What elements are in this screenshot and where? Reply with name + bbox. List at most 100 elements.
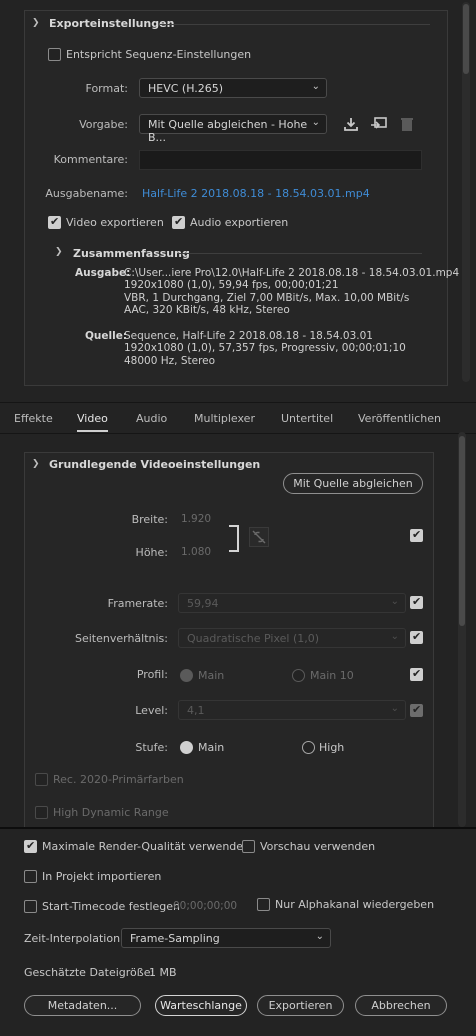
- tier-main-radio[interactable]: [180, 741, 193, 754]
- export-audio-checkbox[interactable]: [172, 215, 185, 229]
- tab-multiplexer[interactable]: Multiplexer: [194, 412, 255, 425]
- tier-high-radio[interactable]: [302, 741, 315, 754]
- match-sequence-checkbox[interactable]: [48, 48, 61, 61]
- chevron-down-icon: ⌄: [315, 931, 324, 942]
- unlink-icon[interactable]: [249, 527, 269, 547]
- summary-output-line: 1920x1080 (1,0), 59,94 fps, 00;00;01;21: [124, 279, 339, 292]
- format-label: Format:: [85, 82, 128, 95]
- export-video-checkbox[interactable]: [48, 215, 61, 229]
- summary-title: Zusammenfassung: [73, 247, 190, 260]
- tier-label: Stufe:: [135, 741, 168, 754]
- queue-button[interactable]: Warteschlange: [155, 995, 247, 1016]
- use-preview-label: Vorschau verwenden: [260, 840, 376, 853]
- level-match-checkbox[interactable]: [410, 703, 423, 717]
- rec2020-label: Rec. 2020-Primärfarben: [53, 773, 184, 786]
- width-value[interactable]: 1.920: [181, 513, 211, 525]
- framerate-value: 59,94: [187, 597, 219, 610]
- tab-audio[interactable]: Audio: [136, 412, 167, 425]
- framerate-select[interactable]: 59,94 ⌄: [178, 593, 406, 613]
- export-settings-panel: ❯ Exporteinstellungen Entspricht Sequenz…: [0, 0, 476, 400]
- output-name-label: Ausgabename:: [45, 187, 128, 200]
- start-timecode-label: Start-Timecode festlegen: [42, 900, 181, 913]
- delete-preset-icon[interactable]: [400, 116, 414, 132]
- profile-main-label: Main: [198, 669, 225, 682]
- summary-source-label: Quelle:: [85, 330, 128, 342]
- import-project-label: In Projekt importieren: [42, 870, 162, 883]
- export-video-label: Video exportieren: [66, 216, 164, 229]
- max-render-label: Maximale Render-Qualität verwenden: [42, 840, 251, 853]
- height-label: Höhe:: [135, 546, 168, 559]
- level-value: 4,1: [187, 704, 205, 717]
- summary-output-line: AAC, 320 KBit/s, 48 kHz, Stereo: [124, 303, 290, 316]
- import-preset-icon[interactable]: [370, 116, 388, 132]
- framerate-match-checkbox[interactable]: [410, 595, 423, 609]
- aspect-select[interactable]: Quadratische Pixel (1,0) ⌄: [178, 628, 406, 648]
- chevron-down-icon: ⌄: [311, 81, 320, 92]
- aspect-label: Seitenverhältnis:: [74, 632, 168, 645]
- output-name-link[interactable]: Half-Life 2 2018.08.18 - 18.54.03.01.mp4: [142, 187, 370, 200]
- save-preset-icon[interactable]: [343, 116, 359, 132]
- summary-source-lines: Sequence, Half-Life 2 2018.08.18 - 18.54…: [124, 330, 406, 367]
- metadata-button[interactable]: Metadaten...: [24, 995, 141, 1016]
- chevron-down-icon: ⌄: [390, 631, 399, 642]
- video-basic-chevron-icon[interactable]: ❯: [32, 459, 40, 469]
- import-project-checkbox[interactable]: [24, 870, 37, 883]
- bottom-panel: Maximale Render-Qualität verwenden Vorsc…: [0, 827, 476, 1036]
- chevron-down-icon: ⌄: [390, 703, 399, 714]
- tier-high-label: High: [319, 741, 345, 754]
- top-scrollbar-thumb[interactable]: [463, 4, 469, 74]
- cancel-button[interactable]: Abbrechen: [355, 995, 447, 1016]
- match-source-button[interactable]: Mit Quelle abgleichen: [283, 473, 423, 494]
- preset-select[interactable]: Mit Quelle abgleichen - Hohe B... ⌄: [139, 114, 327, 144]
- profile-match-checkbox[interactable]: [410, 667, 423, 681]
- export-button[interactable]: Exportieren: [257, 995, 344, 1016]
- time-interp-label: Zeit-Interpolation:: [24, 932, 124, 945]
- collapse-chevron-icon[interactable]: ❯: [32, 18, 40, 28]
- time-interp-select[interactable]: Frame-Sampling ⌄: [121, 928, 331, 948]
- export-settings-title: Exporteinstellungen: [49, 17, 175, 30]
- level-select[interactable]: 4,1 ⌄: [178, 700, 406, 720]
- profile-main10-radio[interactable]: [292, 669, 305, 682]
- start-timecode-value[interactable]: 00;00;00;00: [173, 900, 237, 912]
- level-label: Level:: [135, 704, 168, 717]
- preset-label: Vorgabe:: [79, 118, 128, 131]
- hdr-label: High Dynamic Range: [53, 806, 169, 819]
- height-value[interactable]: 1.080: [181, 546, 211, 558]
- summary-output-line: C:\User...iere Pro\12.0\Half-Life 2 2018…: [124, 267, 460, 279]
- tab-untertitel[interactable]: Untertitel: [281, 412, 333, 425]
- summary-output-label: Ausgabe:: [75, 267, 131, 279]
- match-sequence-label: Entspricht Sequenz-Einstellungen: [66, 48, 252, 61]
- time-interp-value: Frame-Sampling: [130, 932, 220, 945]
- summary-source-line: 1920x1080 (1,0), 57,357 fps, Progressiv,…: [124, 342, 406, 355]
- comments-input[interactable]: [139, 150, 422, 170]
- width-label: Breite:: [131, 513, 168, 526]
- aspect-value: Quadratische Pixel (1,0): [187, 632, 320, 645]
- profile-label: Profil:: [136, 668, 168, 681]
- chevron-down-icon: ⌄: [311, 117, 320, 128]
- comments-label: Kommentare:: [53, 153, 128, 166]
- rec2020-checkbox[interactable]: [35, 773, 48, 786]
- aspect-match-checkbox[interactable]: [410, 630, 423, 644]
- framerate-label: Framerate:: [107, 597, 168, 610]
- chevron-down-icon: ⌄: [390, 596, 399, 607]
- video-scrollbar-thumb[interactable]: [459, 436, 465, 626]
- use-preview-checkbox[interactable]: [242, 840, 255, 853]
- hdr-checkbox[interactable]: [35, 806, 48, 819]
- summary-source-line: 48000 Hz, Stereo: [124, 354, 216, 367]
- max-render-checkbox[interactable]: [24, 839, 37, 853]
- start-timecode-checkbox[interactable]: [24, 900, 37, 913]
- format-value: HEVC (H.265): [148, 82, 224, 95]
- dimension-match-checkbox[interactable]: [410, 528, 423, 542]
- file-size-label: Geschätzte Dateigröße:: [24, 966, 155, 979]
- alpha-only-label: Nur Alphakanal wiedergeben: [275, 898, 435, 911]
- tab-effekte[interactable]: Effekte: [14, 412, 53, 425]
- summary-chevron-icon[interactable]: ❯: [55, 247, 63, 257]
- summary-source-line: Sequence, Half-Life 2 2018.08.18 - 18.54…: [124, 330, 373, 342]
- tab-video[interactable]: Video: [77, 412, 108, 432]
- summary-output-lines: C:\User...iere Pro\12.0\Half-Life 2 2018…: [124, 267, 459, 316]
- profile-main-radio[interactable]: [180, 669, 193, 682]
- export-audio-label: Audio exportieren: [190, 216, 289, 229]
- format-select[interactable]: HEVC (H.265) ⌄: [139, 78, 327, 98]
- alpha-only-checkbox[interactable]: [257, 898, 270, 911]
- tab-veroeffentlichen[interactable]: Veröffentlichen: [358, 412, 441, 425]
